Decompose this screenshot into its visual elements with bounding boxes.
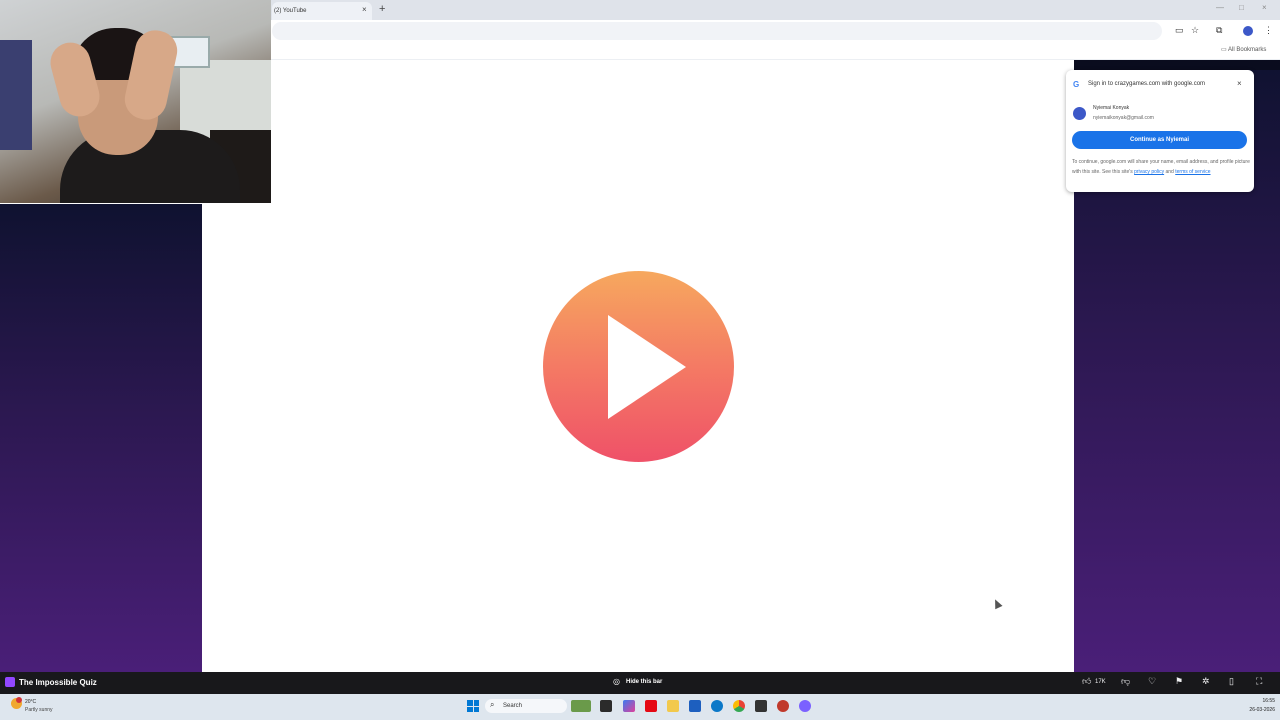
- tab-youtube[interactable]: (2) YouTube: [272, 2, 372, 20]
- search-label: Search: [503, 703, 523, 709]
- settings-icon[interactable]: ✲: [1202, 676, 1210, 687]
- netflix-icon[interactable]: [645, 700, 657, 712]
- windows-taskbar: [0, 694, 1280, 720]
- taskbar-search[interactable]: [485, 699, 567, 713]
- hp-icon[interactable]: [711, 700, 723, 712]
- task-view-icon[interactable]: [600, 700, 612, 712]
- account-name: Nyiemai Konyak: [1093, 105, 1130, 111]
- tab-close-icon[interactable]: ×: [362, 5, 367, 14]
- report-flag-icon[interactable]: ⚑: [1175, 676, 1183, 687]
- fullscreen-icon[interactable]: ⛶: [1256, 676, 1262, 687]
- menu-icon[interactable]: ⋮: [1264, 25, 1273, 36]
- widgets-icon[interactable]: [571, 700, 591, 712]
- continue-button[interactable]: Continue as Nyiemai: [1072, 131, 1247, 149]
- signin-disclaimer: To continue, google.com will share your …: [1072, 157, 1250, 177]
- terms-of-service-link[interactable]: terms of service: [1175, 169, 1210, 175]
- google-logo-icon: G: [1073, 80, 1080, 89]
- extensions-icon[interactable]: ⧉: [1216, 25, 1222, 36]
- google-signin-popup: G Sign in to crazygames.com with google.…: [1066, 70, 1254, 192]
- close-window-icon[interactable]: ×: [1262, 3, 1267, 12]
- play-icon: [608, 315, 686, 419]
- hide-bar-button[interactable]: Hide this bar: [626, 679, 662, 685]
- maximize-icon[interactable]: □: [1239, 3, 1244, 12]
- thumbs-up-icon[interactable]: 👍︎: [1082, 676, 1091, 687]
- theater-mode-icon[interactable]: ▯: [1229, 676, 1234, 687]
- site-logo-icon: [5, 677, 15, 687]
- privacy-policy-link[interactable]: privacy policy: [1134, 169, 1164, 175]
- play-button[interactable]: [543, 271, 734, 462]
- notification-badge: [16, 697, 22, 703]
- minimize-icon[interactable]: —: [1216, 3, 1224, 12]
- webcam-poster: [0, 40, 32, 150]
- folder-icon: ▭: [1221, 47, 1229, 53]
- weather-condition: Partly sunny: [25, 707, 53, 713]
- eye-off-icon[interactable]: ◎: [613, 677, 620, 686]
- bookmark-star-icon[interactable]: ☆: [1191, 25, 1199, 36]
- left-side-panel: [0, 204, 202, 672]
- thumbs-down-icon[interactable]: 👎︎: [1121, 676, 1130, 687]
- heart-icon[interactable]: ♡: [1148, 676, 1156, 687]
- cast-icon[interactable]: ▭: [1175, 25, 1184, 36]
- chrome-icon[interactable]: [733, 700, 745, 712]
- all-bookmarks-button[interactable]: ▭ All Bookmarks: [1221, 46, 1266, 53]
- new-tab-button[interactable]: +: [379, 3, 385, 15]
- search-icon: ⌕: [490, 700, 495, 709]
- disclaimer-and: and: [1165, 169, 1174, 175]
- address-bar[interactable]: [272, 22, 1162, 40]
- like-count: 17K: [1095, 679, 1106, 685]
- file-explorer-icon[interactable]: [667, 700, 679, 712]
- game-title: The Impossible Quiz: [19, 678, 97, 687]
- messenger-icon[interactable]: [799, 700, 811, 712]
- clock-date: 26-03-2026: [1249, 707, 1275, 713]
- obs-icon[interactable]: [777, 700, 789, 712]
- store-icon[interactable]: [689, 700, 701, 712]
- right-panel-header: [1074, 60, 1280, 70]
- account-avatar: [1073, 107, 1086, 120]
- clock-time: 16:55: [1262, 698, 1275, 704]
- copilot-icon[interactable]: [623, 700, 635, 712]
- signin-title: Sign in to crazygames.com with google.co…: [1088, 81, 1206, 87]
- webcam-overlay: [0, 0, 271, 203]
- capcut-icon[interactable]: [755, 700, 767, 712]
- close-icon[interactable]: ×: [1237, 79, 1242, 88]
- weather-temperature: 20°C: [25, 699, 37, 705]
- all-bookmarks-label: All Bookmarks: [1228, 47, 1267, 53]
- account-email: nyiemaikonyak@gmail.com: [1093, 115, 1154, 121]
- windows-start-icon[interactable]: [467, 700, 479, 712]
- profile-avatar-icon[interactable]: [1243, 26, 1253, 36]
- tab-title: (2) YouTube: [274, 8, 307, 14]
